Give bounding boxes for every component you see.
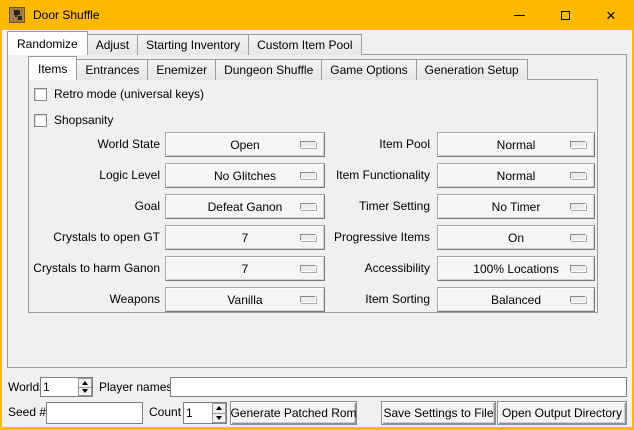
progressive-items-label: Progressive Items xyxy=(292,225,430,250)
open-output-directory-button[interactable]: Open Output Directory xyxy=(497,401,627,425)
count-spinbox[interactable] xyxy=(183,402,227,424)
worlds-spinbox[interactable] xyxy=(40,377,93,397)
randomize-sub-tab-bar: Items Entrances Enemizer Dungeon Shuffle… xyxy=(28,57,527,80)
title-bar[interactable]: Door Shuffle × xyxy=(0,0,634,30)
accessibility-dropdown[interactable]: 100% Locations xyxy=(437,256,595,281)
timer-setting-dropdown[interactable]: No Timer xyxy=(437,194,595,219)
progressive-items-dropdown[interactable]: On xyxy=(437,225,595,250)
app-window: Door Shuffle × Randomize Adjust Starting… xyxy=(0,0,634,430)
tab-entrances[interactable]: Entrances xyxy=(76,59,148,80)
tab-starting-inventory[interactable]: Starting Inventory xyxy=(137,34,249,55)
seed-label: Seed # xyxy=(8,401,46,424)
maximize-icon xyxy=(561,11,570,20)
client-area: Randomize Adjust Starting Inventory Cust… xyxy=(2,30,632,427)
shopsanity-label: Shopsanity xyxy=(54,113,113,127)
door-icon xyxy=(9,7,25,23)
accessibility-label: Accessibility xyxy=(292,256,430,281)
main-tab-bar: Randomize Adjust Starting Inventory Cust… xyxy=(7,32,361,55)
item-sorting-value: Balanced xyxy=(491,293,541,307)
tab-randomize[interactable]: Randomize xyxy=(7,31,88,55)
item-functionality-value: Normal xyxy=(497,169,536,183)
close-icon: × xyxy=(606,7,616,24)
tab-enemizer[interactable]: Enemizer xyxy=(147,59,216,80)
menu-indicator-icon xyxy=(570,234,586,241)
spin-down-icon[interactable] xyxy=(212,414,226,424)
minimize-button[interactable] xyxy=(496,0,542,30)
count-input[interactable] xyxy=(184,403,212,423)
accessibility-value: 100% Locations xyxy=(473,262,558,276)
tab-dungeon-shuffle[interactable]: Dungeon Shuffle xyxy=(215,59,322,80)
menu-indicator-icon xyxy=(570,203,586,210)
tab-generation-setup[interactable]: Generation Setup xyxy=(416,59,528,80)
goal-label: Goal xyxy=(22,194,160,219)
crystals-open-gt-label: Crystals to open GT xyxy=(22,225,160,250)
timer-setting-label: Timer Setting xyxy=(292,194,430,219)
item-pool-value: Normal xyxy=(497,138,536,152)
progressive-items-value: On xyxy=(508,231,524,245)
item-pool-dropdown[interactable]: Normal xyxy=(437,132,595,157)
weapons-label: Weapons xyxy=(22,287,160,312)
tab-custom-item-pool[interactable]: Custom Item Pool xyxy=(248,34,361,55)
item-pool-label: Item Pool xyxy=(292,132,430,157)
logic-level-value: No Glitches xyxy=(214,169,276,183)
timer-setting-value: No Timer xyxy=(492,200,541,214)
close-button[interactable]: × xyxy=(588,0,634,30)
retro-mode-checkbox[interactable]: Retro mode (universal keys) xyxy=(34,87,204,101)
tab-items[interactable]: Items xyxy=(28,56,77,80)
crystals-open-gt-value: 7 xyxy=(242,231,249,245)
shopsanity-checkbox[interactable]: Shopsanity xyxy=(34,113,113,127)
item-sorting-dropdown[interactable]: Balanced xyxy=(437,287,595,312)
item-functionality-dropdown[interactable]: Normal xyxy=(437,163,595,188)
generate-patched-rom-button[interactable]: Generate Patched Rom xyxy=(230,401,357,425)
count-label: Count xyxy=(149,401,181,424)
logic-level-label: Logic Level xyxy=(22,163,160,188)
spin-down-icon[interactable] xyxy=(78,388,92,397)
checkbox-box-icon[interactable] xyxy=(34,88,47,101)
save-settings-button[interactable]: Save Settings to File xyxy=(381,401,496,425)
world-state-label: World State xyxy=(22,132,160,157)
player-names-input[interactable] xyxy=(170,377,627,397)
menu-indicator-icon xyxy=(570,141,586,148)
checkbox-box-icon[interactable] xyxy=(34,114,47,127)
world-state-value: Open xyxy=(230,138,259,152)
menu-indicator-icon xyxy=(570,265,586,272)
item-sorting-label: Item Sorting xyxy=(292,287,430,312)
tab-game-options[interactable]: Game Options xyxy=(321,59,416,80)
goal-value: Defeat Ganon xyxy=(208,200,283,214)
spin-up-icon[interactable] xyxy=(78,378,92,388)
window-title: Door Shuffle xyxy=(33,0,100,30)
crystals-harm-ganon-label: Crystals to harm Ganon xyxy=(12,256,160,281)
menu-indicator-icon xyxy=(570,172,586,179)
crystals-harm-ganon-value: 7 xyxy=(242,262,249,276)
spin-up-icon[interactable] xyxy=(212,403,226,414)
weapons-value: Vanilla xyxy=(227,293,262,307)
minimize-icon xyxy=(514,15,525,16)
retro-mode-label: Retro mode (universal keys) xyxy=(54,87,204,101)
tab-adjust[interactable]: Adjust xyxy=(87,34,138,55)
maximize-button[interactable] xyxy=(542,0,588,30)
worlds-input[interactable] xyxy=(41,378,78,396)
seed-input[interactable] xyxy=(46,402,143,424)
menu-indicator-icon xyxy=(570,296,586,303)
player-names-label: Player names xyxy=(99,377,172,397)
item-functionality-label: Item Functionality xyxy=(292,163,430,188)
